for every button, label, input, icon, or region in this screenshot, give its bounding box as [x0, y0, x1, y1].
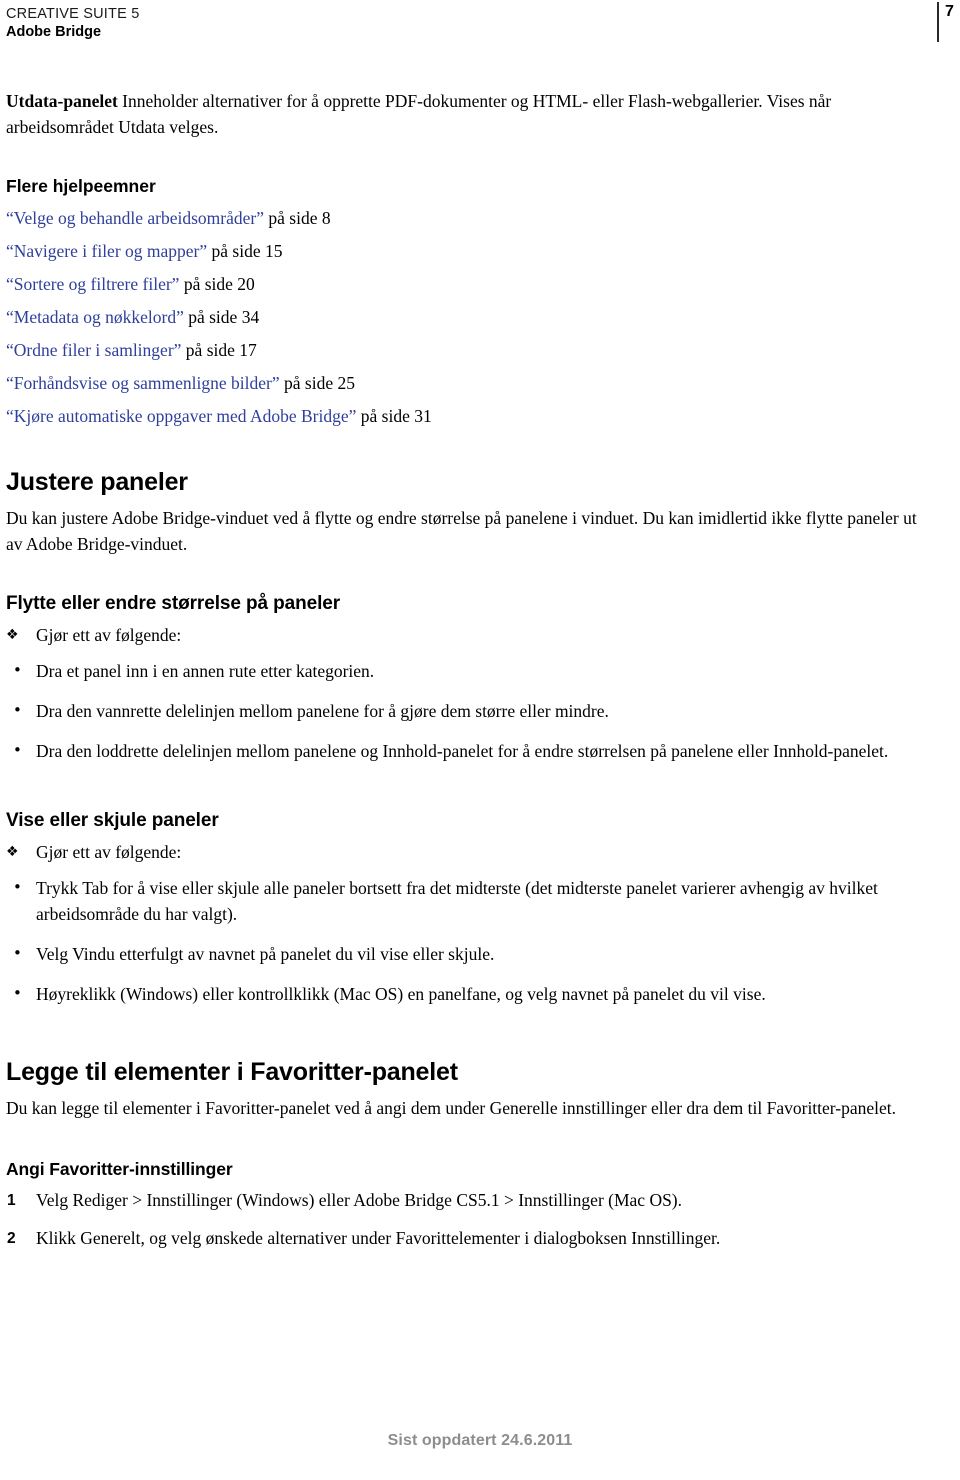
xref-page: på side 34	[188, 307, 260, 327]
list-item-text: Gjør ett av følgende:	[36, 625, 182, 645]
list-item[interactable]: “Kjøre automatiske oppgaver med Adobe Br…	[6, 400, 936, 433]
list-item: • Dra den loddrette delelinjen mellom pa…	[6, 738, 936, 764]
list-item[interactable]: “Velge og behandle arbeidsområder” på si…	[6, 202, 936, 235]
list-item-step: 1 Velg Rediger > Innstillinger (Windows)…	[6, 1187, 936, 1213]
justere-paneler-paragraph: Du kan justere Adobe Bridge-vinduet ved …	[6, 508, 917, 554]
list-item-lead: ❖ Gjør ett av følgende:	[6, 622, 936, 648]
bullet-icon: •	[13, 878, 22, 896]
list-item: • Høyreklikk (Windows) eller kontrollkli…	[6, 981, 936, 1007]
running-head: CREATIVE SUITE 5 Adobe Bridge	[6, 6, 926, 41]
xref-page: på side 17	[185, 340, 257, 360]
subsection-heading-angi-favoritter-innstillinger: Angi Favoritter-innstillinger	[6, 1159, 233, 1179]
page-content: Utdata-panelet Inneholder alternativer f…	[6, 88, 936, 1261]
list-item-text: Høyreklikk (Windows) eller kontrollklikk…	[36, 984, 766, 1004]
favoritter-paragraph: Du kan legge til elementer i Favoritter-…	[6, 1098, 897, 1118]
folio-divider-rule	[937, 2, 939, 42]
step-number: 2	[7, 1230, 16, 1247]
bullet-icon: •	[13, 701, 22, 719]
list-item-text: Dra den vannrette delelinjen mellom pane…	[36, 701, 609, 721]
xref-page: på side 15	[211, 241, 283, 261]
xref-page: på side 20	[183, 274, 255, 294]
page-footer: Sist oppdatert 24.6.2011	[387, 1432, 573, 1449]
list-item[interactable]: “Sortere og filtrere filer” på side 20	[6, 268, 936, 301]
list-item: • Dra den vannrette delelinjen mellom pa…	[6, 698, 936, 724]
list-item: • Trykk Tab for å vise eller skjule alle…	[6, 875, 936, 927]
intro-definition-text: Inneholder alternativer for å opprette P…	[6, 91, 832, 137]
list-item[interactable]: “Navigere i filer og mapper” på side 15	[6, 235, 936, 268]
intro-definition-paragraph: Utdata-panelet Inneholder alternativer f…	[6, 88, 936, 140]
list-item-text: Velg Vindu etterfulgt av navnet på panel…	[36, 944, 495, 964]
step-number: 1	[7, 1192, 16, 1209]
xref-page: på side 8	[268, 208, 331, 228]
intro-term: Utdata-panelet	[6, 91, 118, 111]
bullet-icon: •	[13, 661, 22, 679]
list-item-text: Klikk Generelt, og velg ønskede alternat…	[36, 1228, 721, 1248]
list-item-text: Gjør ett av følgende:	[36, 842, 182, 862]
xref-link[interactable]: “Sortere og filtrere filer”	[6, 274, 179, 294]
list-item[interactable]: “Ordne filer i samlinger” på side 17	[6, 334, 936, 367]
angi-favoritter-steps-list: 1 Velg Rediger > Innstillinger (Windows)…	[6, 1187, 936, 1251]
list-item[interactable]: “Forhåndsvise og sammenligne bilder” på …	[6, 367, 936, 400]
xref-link[interactable]: “Metadata og nøkkelord”	[6, 307, 184, 327]
bullet-icon: •	[13, 741, 22, 759]
section-heading-justere-paneler: Justere paneler	[6, 468, 188, 496]
list-item[interactable]: “Metadata og nøkkelord” på side 34	[6, 301, 936, 334]
xref-link[interactable]: “Velge og behandle arbeidsområder”	[6, 208, 264, 228]
section-heading-legge-til-favoritter: Legge til elementer i Favoritter-panelet	[6, 1058, 458, 1086]
xref-link[interactable]: “Forhåndsvise og sammenligne bilder”	[6, 373, 280, 393]
running-head-product: Adobe Bridge	[6, 24, 102, 40]
xref-link[interactable]: “Ordne filer i samlinger”	[6, 340, 181, 360]
subsection-heading-vise-skjule-paneler: Vise eller skjule paneler	[6, 810, 219, 831]
xref-link[interactable]: “Navigere i filer og mapper”	[6, 241, 207, 261]
xref-link[interactable]: “Kjøre automatiske oppgaver med Adobe Br…	[6, 406, 356, 426]
bullet-icon: •	[13, 984, 22, 1002]
bullet-icon: •	[13, 944, 22, 962]
more-help-heading: Flere hjelpeemner	[6, 176, 156, 196]
vise-instruction-list: ❖ Gjør ett av følgende: • Trykk Tab for …	[6, 839, 936, 1007]
list-item-text: Trykk Tab for å vise eller skjule alle p…	[36, 878, 878, 924]
xref-page: på side 25	[284, 373, 355, 393]
flytte-instruction-list: ❖ Gjør ett av følgende: • Dra et panel i…	[6, 622, 936, 764]
diamond-bullet-icon: ❖	[6, 627, 19, 643]
xref-page: på side 31	[360, 406, 432, 426]
list-item-step: 2 Klikk Generelt, og velg ønskede altern…	[6, 1225, 936, 1251]
list-item: • Velg Vindu etterfulgt av navnet på pan…	[6, 941, 936, 967]
list-item-lead: ❖ Gjør ett av følgende:	[6, 839, 936, 865]
more-help-list: “Velge og behandle arbeidsområder” på si…	[6, 202, 936, 433]
subsection-heading-flytte-endre-storrelse: Flytte eller endre størrelse på paneler	[6, 593, 341, 614]
list-item-text: Velg Rediger > Innstillinger (Windows) e…	[36, 1190, 683, 1210]
diamond-bullet-icon: ❖	[6, 844, 19, 860]
document-page: CREATIVE SUITE 5 Adobe Bridge 7 Utdata-p…	[0, 0, 960, 1480]
running-head-suite: CREATIVE SUITE 5	[6, 6, 140, 22]
page-number: 7	[945, 3, 954, 20]
list-item-text: Dra den loddrette delelinjen mellom pane…	[36, 741, 889, 761]
list-item-text: Dra et panel inn i en annen rute etter k…	[36, 661, 375, 681]
list-item: • Dra et panel inn i en annen rute etter…	[6, 658, 936, 684]
